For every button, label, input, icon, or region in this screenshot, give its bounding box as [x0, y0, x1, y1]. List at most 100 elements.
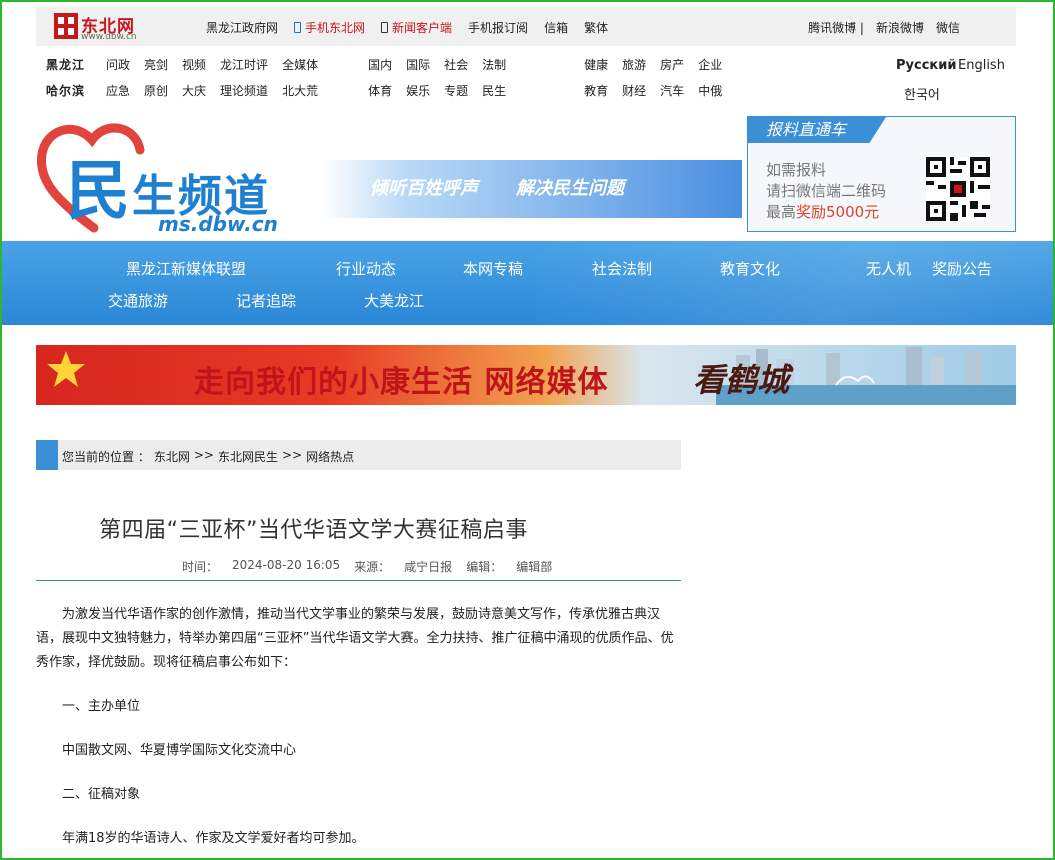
- menu-item[interactable]: 教育文化: [720, 258, 780, 279]
- nav-link[interactable]: 旅游: [622, 56, 646, 73]
- slogan-2: 解决民生问题: [516, 178, 624, 199]
- link-mobile[interactable]: 手机东北网: [294, 19, 365, 36]
- article-paragraph: 中国散文网、华夏博学国际文化交流中心: [62, 743, 297, 758]
- promo-text: 走向我们的小康生活 网络媒体: [194, 365, 609, 400]
- link-subscribe[interactable]: 手机报订阅: [468, 19, 528, 36]
- nav-link[interactable]: 法制: [482, 56, 506, 73]
- nav-link[interactable]: 国内: [368, 56, 392, 73]
- top-bar: 东北网 www.dbw.cn 黑龙江政府网 手机东北网 新闻客户端 手机报订阅 …: [36, 7, 1016, 46]
- nav-link[interactable]: 汽车: [660, 82, 684, 99]
- link-mailbox[interactable]: 信箱: [544, 19, 568, 36]
- minsheng-url: ms.dbw.cn: [158, 212, 278, 236]
- menu-item[interactable]: 无人机: [866, 258, 911, 279]
- minsheng-char: 民: [66, 155, 130, 229]
- article-meta: 时间： 2024-08-20 16:05 来源： 咸宁日报 编辑： 编辑部: [182, 558, 566, 575]
- social-links: 腾讯微博 | 新浪微博 微信: [796, 19, 960, 36]
- menu-item[interactable]: 社会法制: [592, 258, 652, 279]
- nav-link[interactable]: 视频: [182, 56, 206, 73]
- top-links: 黑龙江政府网 手机东北网 新闻客户端 手机报订阅 信箱 繁体: [206, 19, 624, 36]
- link-traditional[interactable]: 繁体: [584, 19, 608, 36]
- link-sina-weibo[interactable]: 新浪微博: [876, 19, 924, 36]
- time-label: 时间：: [182, 560, 219, 574]
- nav-link[interactable]: 应急: [106, 82, 130, 99]
- breadcrumb-separator: >>: [193, 448, 214, 462]
- breadcrumb-link[interactable]: 东北网民生: [218, 448, 278, 465]
- source-label: 来源：: [354, 560, 391, 574]
- main-menu: 黑龙江新媒体联盟 行业动态 本网专稿 社会法制 教育文化 无人机 奖励公告 交通…: [0, 241, 1055, 325]
- nav-link[interactable]: 民生: [482, 82, 506, 99]
- breadcrumb: 您当前的位置 ： 东北网 >> 东北网民生 >> 网络热点: [36, 440, 681, 470]
- report-line-2: 请扫微信端二维码: [766, 182, 887, 200]
- nav-link[interactable]: 财经: [622, 82, 646, 99]
- menu-item[interactable]: 大美龙江: [364, 290, 424, 311]
- nav-link[interactable]: 房产: [660, 56, 684, 73]
- link-tencent-weibo[interactable]: 腾讯微博 |: [808, 19, 864, 36]
- nav-link[interactable]: 大庆: [182, 82, 206, 99]
- lang-english[interactable]: English: [958, 58, 1005, 73]
- dbw-logo-icon: [54, 13, 78, 39]
- nav-link[interactable]: 亮剑: [144, 56, 168, 73]
- menu-item[interactable]: 行业动态: [336, 258, 396, 279]
- slogan-1: 倾听百姓呼声: [370, 178, 478, 199]
- nav-row-1: 黑龙江 问政 亮剑 视频 龙江时评 全媒体 国内 国际 社会 法制 健康 旅游 …: [46, 56, 736, 73]
- channel-banner: 民 生频道 ms.dbw.cn 倾听百姓呼声 解决民生问题 报料直通车 如需报料…: [36, 116, 1016, 240]
- lang-russian[interactable]: Русский: [896, 58, 956, 73]
- report-heading: 报料直通车: [748, 117, 886, 143]
- nav-link[interactable]: 社会: [444, 56, 468, 73]
- phone-app-icon: [381, 22, 389, 33]
- publish-time: 2024-08-20 16:05: [232, 558, 341, 572]
- promo-calligraphy: 看鹤城: [693, 361, 790, 399]
- editor-label: 编辑：: [466, 560, 503, 574]
- nav-link[interactable]: 北大荒: [282, 82, 318, 99]
- menu-item[interactable]: 交通旅游: [108, 290, 168, 311]
- mobile-phone-icon: [294, 22, 302, 33]
- channel-nav: 黑龙江 问政 亮剑 视频 龙江时评 全媒体 国内 国际 社会 法制 健康 旅游 …: [46, 56, 1016, 104]
- xiaokang-banner[interactable]: 走向我们的小康生活 网络媒体 看鹤城: [36, 345, 1016, 405]
- nav-link[interactable]: 体育: [368, 82, 392, 99]
- article-paragraph: 为激发当代华语作家的创作激情，推动当代文学事业的繁荣与发展，鼓励诗意美文写作，传…: [36, 607, 674, 670]
- report-box[interactable]: 报料直通车 如需报料 请扫微信端二维码 最高奖励5000元: [747, 116, 1016, 232]
- source-name: 咸宁日报: [404, 560, 453, 574]
- nav-link[interactable]: 国际: [406, 56, 430, 73]
- nav-city-harbin[interactable]: 哈尔滨: [46, 82, 94, 99]
- report-line-3: 最高奖励5000元: [766, 203, 880, 221]
- nav-link[interactable]: 娱乐: [406, 82, 430, 99]
- menu-item[interactable]: 记者追踪: [236, 290, 296, 311]
- link-gov[interactable]: 黑龙江政府网: [206, 19, 278, 36]
- title-divider: [36, 580, 681, 581]
- nav-link[interactable]: 问政: [106, 56, 130, 73]
- nav-link[interactable]: 原创: [144, 82, 168, 99]
- nav-link[interactable]: 教育: [584, 82, 608, 99]
- article-title: 第四届“三亚杯”当代华语文学大赛征稿启事: [99, 518, 528, 543]
- report-line-1: 如需报料: [766, 161, 827, 179]
- link-wechat[interactable]: 微信: [936, 19, 960, 36]
- nav-link[interactable]: 企业: [698, 56, 722, 73]
- editor-name: 编辑部: [516, 560, 553, 574]
- wechat-qr-icon: [926, 157, 990, 221]
- article-paragraph: 年满18岁的华语诗人、作家及文学爱好者均可参加。: [62, 831, 365, 846]
- site-logo[interactable]: 东北网 www.dbw.cn: [54, 12, 164, 42]
- nav-link[interactable]: 理论频道: [220, 82, 268, 99]
- nav-link[interactable]: 全媒体: [282, 56, 318, 73]
- flag-star-icon: [47, 351, 85, 387]
- breadcrumb-label: 您当前的位置 ：: [62, 450, 150, 464]
- menu-item[interactable]: 本网专稿: [463, 258, 523, 279]
- lang-korean[interactable]: 한국어: [904, 84, 940, 103]
- link-client[interactable]: 新闻客户端: [381, 19, 452, 36]
- nav-link[interactable]: 健康: [584, 56, 608, 73]
- nav-link[interactable]: 中俄: [698, 82, 722, 99]
- minsheng-logo[interactable]: 民 生频道 ms.dbw.cn: [36, 116, 296, 240]
- nav-link[interactable]: 专题: [444, 82, 468, 99]
- menu-item[interactable]: 奖励公告: [932, 258, 992, 279]
- slogan-strip: 倾听百姓呼声 解决民生问题: [322, 160, 742, 218]
- nav-city-heilongjiang[interactable]: 黑龙江: [46, 56, 94, 73]
- article-heading: 一、主办单位: [62, 699, 141, 714]
- breadcrumb-link[interactable]: 东北网: [154, 448, 190, 465]
- menu-item[interactable]: 黑龙江新媒体联盟: [126, 258, 246, 279]
- nav-row-2: 哈尔滨 应急 原创 大庆 理论频道 北大荒 体育 娱乐 专题 民生 教育 财经 …: [46, 82, 736, 99]
- breadcrumb-link[interactable]: 网络热点: [306, 448, 354, 465]
- logo-url: www.dbw.cn: [81, 32, 137, 42]
- article-heading: 二、征稿对象: [62, 787, 141, 802]
- nav-link[interactable]: 龙江时评: [220, 56, 268, 73]
- breadcrumb-separator: >>: [281, 448, 303, 462]
